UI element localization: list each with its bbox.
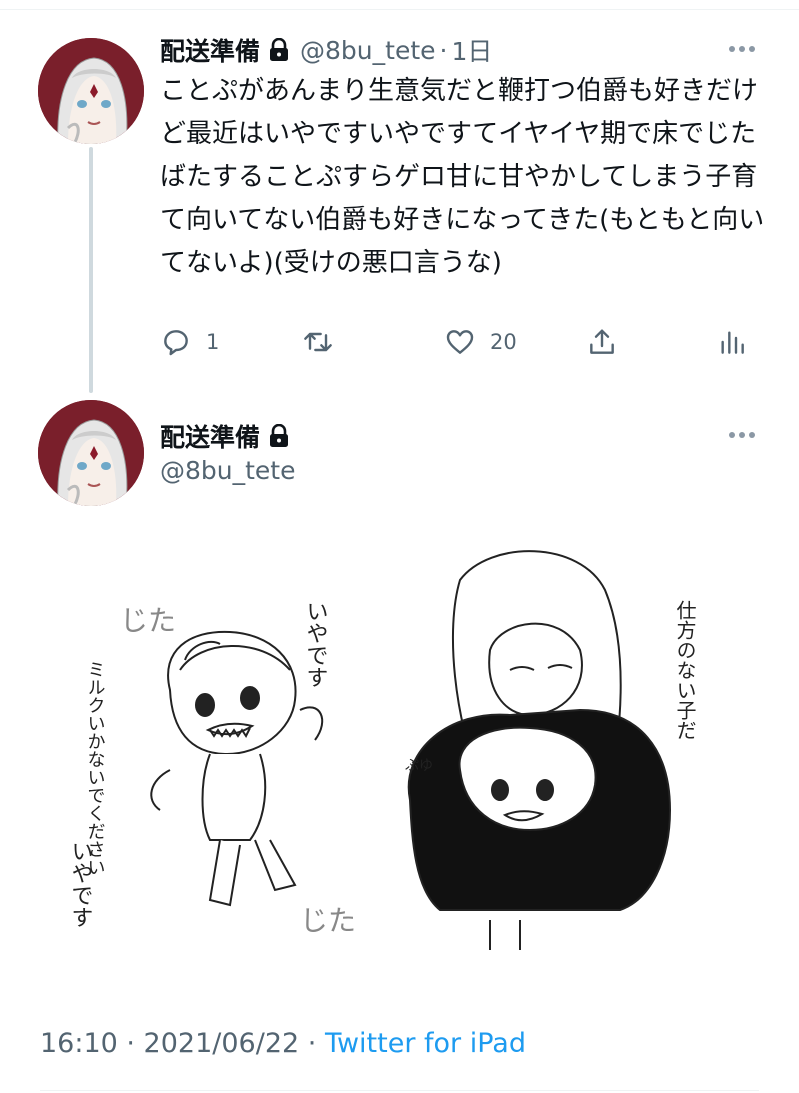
jita-top-text: じた <box>120 604 176 637</box>
handle[interactable]: @8bu_tete <box>300 36 436 65</box>
avatar[interactable] <box>38 400 144 506</box>
reply-icon <box>164 330 188 356</box>
handle[interactable]: @8bu_tete <box>160 456 296 485</box>
jita-bottom-text: じた <box>300 904 356 937</box>
avatar[interactable] <box>38 38 144 144</box>
tweet-header: 配送準備 @8bu_tete · 1日 <box>160 32 492 68</box>
share-button[interactable] <box>586 326 618 358</box>
bottom-divider <box>40 1090 759 1091</box>
iyadesu-bottom-text: いやです <box>68 840 93 928</box>
reply-button[interactable]: 1 <box>160 326 219 358</box>
reply-count: 1 <box>206 330 220 354</box>
display-name[interactable]: 配送準備 <box>160 418 260 454</box>
iyadesu-top-text: いやです <box>303 600 328 688</box>
analytics-icon <box>721 331 744 354</box>
lock-icon <box>268 38 290 62</box>
tweet-meta: 16:10 · 2021/06/22 · Twitter for iPad <box>40 1028 526 1059</box>
right-vertical-text: 仕方のない子だ <box>673 600 697 740</box>
tweet-image[interactable]: じた いやです ミルクいかないでください いやです じた 仕方のない子だ ぷゆ <box>60 540 740 960</box>
adult-character <box>407 550 672 950</box>
puyu-text: ぷゆ <box>405 758 433 774</box>
like-count: 20 <box>490 330 517 354</box>
more-icon[interactable] <box>727 44 757 54</box>
retweet-icon <box>304 332 332 352</box>
like-button[interactable]: 20 <box>444 326 517 358</box>
share-icon <box>590 329 614 354</box>
like-icon <box>446 330 474 354</box>
tweet-text: ことぷがあんまり生意気だと鞭打つ伯爵も好きだけど最近はいやですいやですてイヤイヤ… <box>160 76 765 278</box>
separator: · <box>439 35 448 65</box>
top-divider <box>0 9 799 10</box>
tweet-actions: 1 20 <box>160 322 760 362</box>
retweet-button[interactable] <box>302 326 348 358</box>
tweet-time[interactable]: 1日 <box>451 32 492 68</box>
thread-line <box>89 147 93 393</box>
display-name[interactable]: 配送準備 <box>160 32 260 68</box>
meta-separator: · <box>299 1028 325 1059</box>
more-icon[interactable] <box>727 430 757 440</box>
child-character <box>150 630 324 907</box>
analytics-button[interactable] <box>716 326 748 358</box>
timestamp[interactable]: 16:10 · 2021/06/22 <box>40 1028 299 1059</box>
source-link[interactable]: Twitter for iPad <box>325 1028 526 1059</box>
lock-icon <box>268 424 290 448</box>
tweet-header: 配送準備 <box>160 418 290 454</box>
